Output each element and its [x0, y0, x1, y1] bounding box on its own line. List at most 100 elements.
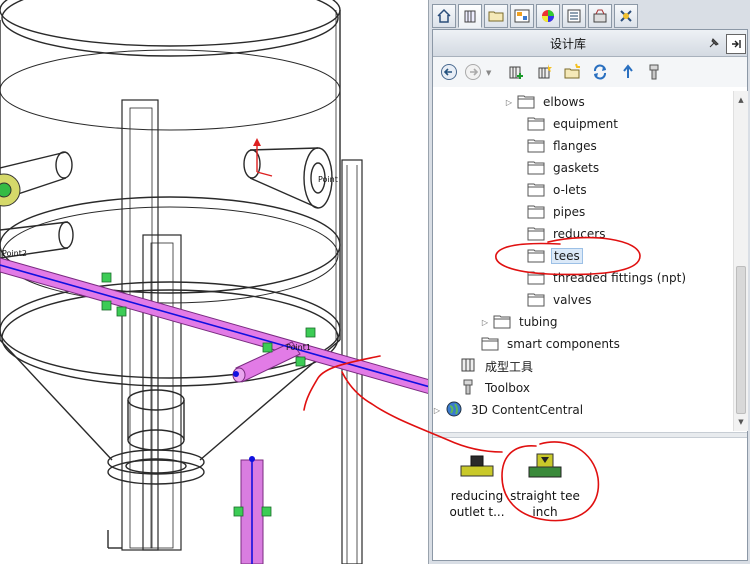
straight-tee-icon	[528, 453, 562, 478]
tab-appearances[interactable]	[536, 4, 560, 28]
collapse-panel-icon	[732, 40, 741, 48]
back-arrow-icon	[441, 64, 457, 80]
tree-item-label: gaskets	[553, 161, 600, 175]
refresh-button[interactable]	[589, 61, 611, 83]
tree-item[interactable]: 成型工具	[445, 355, 535, 377]
graphics-viewport[interactable]: Point1 Point2 Point	[0, 0, 430, 564]
task-pane-tabs	[429, 2, 750, 29]
tab-routing-library[interactable]	[588, 4, 612, 28]
folder-icon	[527, 203, 545, 222]
custom-properties-icon	[567, 9, 581, 23]
tree-item[interactable]: reducers	[513, 223, 607, 245]
refresh-icon	[594, 64, 606, 80]
point-label: Point1	[286, 343, 311, 352]
tree-item[interactable]: Toolbox	[445, 377, 532, 399]
tree-item-label: 3D ContentCentral	[471, 403, 584, 417]
add-to-library-button[interactable]	[505, 61, 527, 83]
component-item[interactable]: straight tee inch	[507, 452, 583, 520]
expand-arrow-icon[interactable]: ▷	[479, 311, 491, 333]
design-library-icon	[464, 10, 476, 23]
tree-item[interactable]: ▷ tubing	[479, 311, 559, 333]
forming-tools-icon	[459, 357, 477, 376]
point-label-nozzle: Point	[318, 175, 338, 184]
up-one-level-icon	[623, 64, 633, 78]
create-new-folder-button[interactable]	[561, 61, 583, 83]
tree-item[interactable]: ▷ elbows	[503, 91, 587, 113]
folder-icon	[493, 313, 511, 332]
tab-view-palette[interactable]	[510, 4, 534, 28]
tree-item-label: o-lets	[553, 183, 587, 197]
component-item[interactable]: reducing outlet t...	[439, 452, 515, 520]
tree-item-label: flanges	[553, 139, 597, 153]
reducing-outlet-tee-icon	[460, 455, 494, 477]
scroll-up-button[interactable]: ▲	[734, 93, 748, 107]
tree-item-label: elbows	[543, 95, 585, 109]
scroll-down-button[interactable]: ▼	[734, 415, 748, 429]
file-explorer-icon	[488, 11, 504, 22]
tree-item[interactable]: flanges	[513, 135, 599, 157]
appearances-icon	[542, 10, 554, 22]
folder-icon	[517, 93, 535, 112]
view-palette-icon	[514, 9, 530, 23]
tree-item-label: valves	[553, 293, 592, 307]
component-label-line2: outlet t...	[449, 505, 505, 519]
folder-icon	[527, 291, 545, 310]
toolbox-settings-button[interactable]	[643, 61, 665, 83]
component-preview: reducing outlet t... straight tee inch	[433, 438, 747, 558]
folder-icon	[527, 225, 545, 244]
tree-item-label: 成型工具	[485, 359, 534, 374]
folder-icon	[481, 335, 499, 354]
panel-title: 设计库	[549, 37, 586, 51]
toolbox-icon	[459, 379, 477, 398]
add-file-location-button[interactable]	[533, 61, 555, 83]
folder-icon	[527, 159, 545, 178]
tree-scrollbar[interactable]: ▲ ▼	[733, 91, 748, 431]
forward-dropdown-icon[interactable]: ▼	[486, 69, 491, 77]
up-one-level-button[interactable]	[617, 61, 639, 83]
pin-button[interactable]	[705, 34, 723, 52]
component-label-line1: reducing	[450, 489, 504, 503]
tree-item-label: smart components	[507, 337, 620, 351]
tank-model-drawing[interactable]: Point1 Point2 Point	[0, 0, 430, 564]
tree-item[interactable]: smart components	[467, 333, 622, 355]
forward-arrow-icon	[465, 64, 481, 80]
tab-toolbox[interactable]	[614, 4, 638, 28]
tree-item[interactable]: gaskets	[513, 157, 601, 179]
forward-button[interactable]	[462, 61, 484, 83]
collapse-panel-button[interactable]	[726, 34, 746, 54]
expand-arrow-icon[interactable]: ▷	[503, 91, 515, 113]
add-file-location-icon	[538, 64, 552, 79]
create-new-folder-icon	[564, 63, 580, 79]
tree-item[interactable]: ▷ 3D ContentCentral	[433, 399, 585, 421]
tab-design-library[interactable]	[458, 4, 482, 28]
tab-home[interactable]	[432, 4, 456, 28]
tree-item[interactable]: o-lets	[513, 179, 589, 201]
tree-item-label: equipment	[553, 117, 618, 131]
tree-item[interactable]: tees	[513, 245, 583, 267]
folder-icon	[527, 181, 545, 200]
design-library-panel: 设计库 ▼ ▷ elbows equipment flanges gaskets…	[432, 29, 748, 561]
tree-item[interactable]: threaded fittings (npt)	[513, 267, 688, 289]
expand-arrow-icon[interactable]: ▷	[433, 399, 443, 421]
component-label-line2: inch	[532, 505, 558, 519]
tree-item[interactable]: valves	[513, 289, 594, 311]
library-tree: ▷ elbows equipment flanges gaskets o-lets pipe…	[433, 91, 733, 431]
tab-custom-properties[interactable]	[562, 4, 586, 28]
tree-item-label: Toolbox	[485, 381, 530, 395]
tree-item-label: reducers	[553, 227, 606, 241]
tab-file-explorer[interactable]	[484, 4, 508, 28]
tree-item-label: tubing	[519, 315, 558, 329]
back-button[interactable]	[438, 61, 460, 83]
tree-item[interactable]: equipment	[513, 113, 620, 135]
scroll-thumb[interactable]	[736, 266, 746, 414]
tree-item[interactable]: pipes	[513, 201, 587, 223]
pin-icon	[709, 38, 719, 48]
